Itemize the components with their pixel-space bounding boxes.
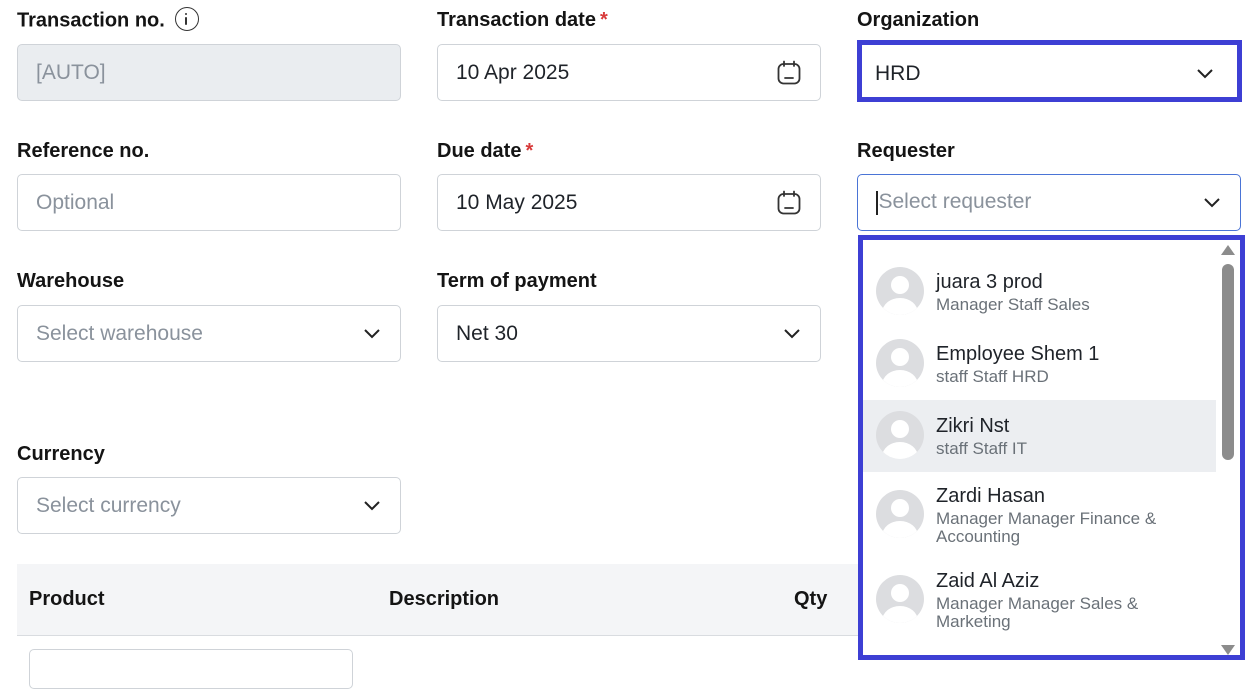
term-of-payment-label: Term of payment — [437, 270, 597, 292]
calendar-icon[interactable] — [776, 60, 802, 86]
info-icon[interactable] — [174, 7, 199, 31]
chevron-down-icon — [364, 328, 380, 338]
term-of-payment-value: Net 30 — [456, 321, 518, 345]
due-date-label: Due date * — [437, 140, 533, 163]
column-header-product: Product — [29, 588, 105, 610]
transaction-date-input[interactable]: 10 Apr 2025 — [437, 44, 821, 101]
transaction-no-label: Transaction no. — [17, 7, 199, 33]
chevron-down-icon — [784, 328, 800, 338]
currency-label: Currency — [17, 443, 105, 465]
transaction-date-label-text: Transaction date — [437, 9, 596, 31]
warehouse-select[interactable]: Select warehouse — [17, 305, 401, 362]
reference-no-input[interactable]: Optional — [17, 174, 401, 231]
term-of-payment-select[interactable]: Net 30 — [437, 305, 821, 362]
currency-select[interactable]: Select currency — [17, 477, 401, 534]
transaction-no-field: [AUTO] — [17, 44, 401, 101]
column-header-description: Description — [389, 588, 500, 610]
chevron-down-icon — [364, 500, 380, 510]
column-header-qty: Qty — [794, 588, 828, 610]
transaction-date-label: Transaction date * — [437, 9, 608, 32]
organization-highlight-outline — [857, 40, 1242, 102]
required-asterisk: * — [525, 140, 534, 162]
reference-no-label: Reference no. — [17, 140, 150, 162]
warehouse-label: Warehouse — [17, 270, 125, 292]
requester-label: Requester — [857, 140, 955, 162]
required-asterisk: * — [599, 9, 608, 31]
due-date-value: 10 May 2025 — [456, 190, 578, 214]
requester-dropdown-highlight-outline — [858, 235, 1245, 660]
transaction-date-value: 10 Apr 2025 — [456, 60, 570, 84]
calendar-icon[interactable] — [776, 190, 802, 216]
requester-select[interactable]: Select requester — [857, 174, 1241, 231]
warehouse-placeholder: Select warehouse — [36, 321, 203, 345]
chevron-down-icon — [1204, 197, 1220, 207]
due-date-label-text: Due date — [437, 140, 522, 162]
product-row-input[interactable] — [29, 649, 353, 689]
transaction-no-label-text: Transaction no. — [17, 9, 165, 32]
reference-no-placeholder: Optional — [36, 190, 115, 214]
text-caret — [876, 190, 878, 215]
requester-placeholder: Select requester — [876, 190, 1202, 215]
organization-label: Organization — [857, 9, 980, 31]
currency-placeholder: Select currency — [36, 493, 181, 517]
requester-placeholder-text: Select requester — [878, 190, 1032, 214]
transaction-no-value: [AUTO] — [36, 60, 106, 84]
due-date-input[interactable]: 10 May 2025 — [437, 174, 821, 231]
